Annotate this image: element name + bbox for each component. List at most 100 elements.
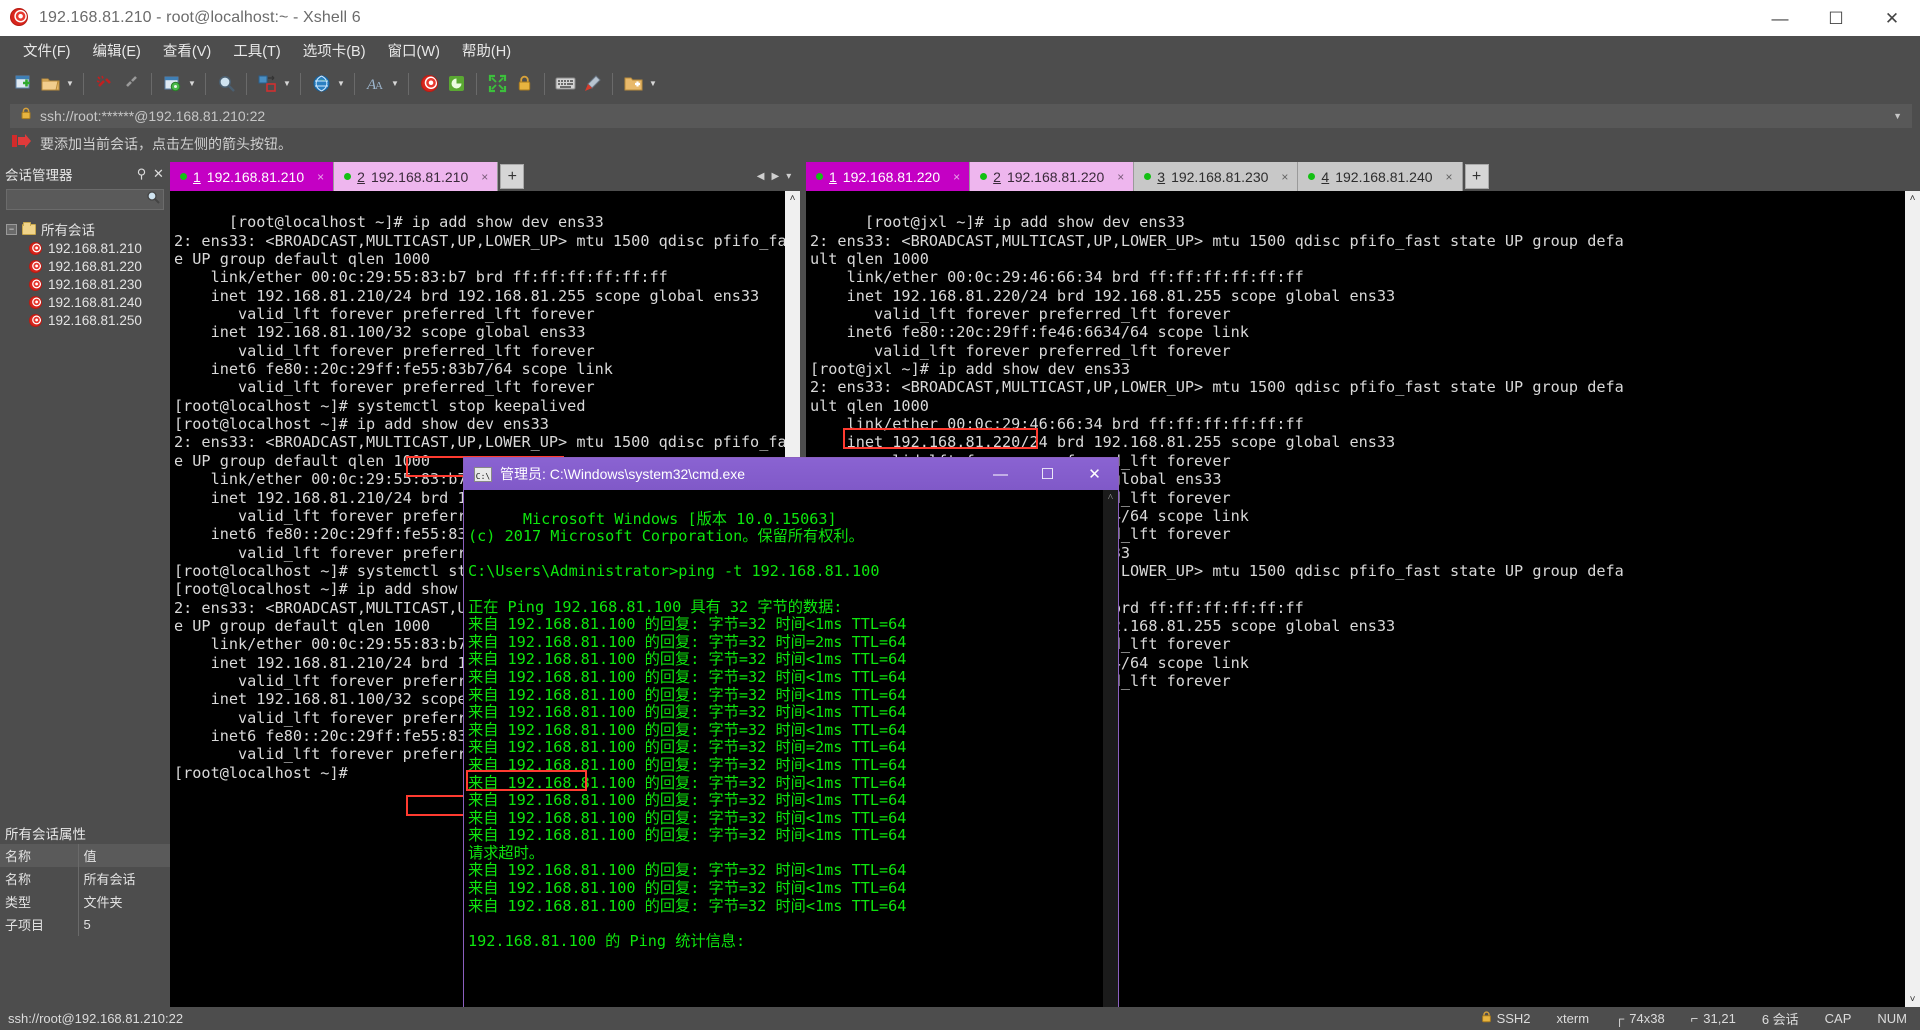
- status-connection: ssh://root@192.168.81.210:22: [8, 1011, 184, 1026]
- tab-2-192-168-81-220[interactable]: 2 192.168.81.220 ×: [970, 162, 1135, 191]
- table-row[interactable]: 类型 文件夹: [0, 890, 170, 913]
- cmd-scrollbar[interactable]: ˄ ˅: [1103, 490, 1118, 1030]
- tab-4-192-168-81-240[interactable]: 4 192.168.81.240 ×: [1298, 162, 1463, 191]
- new-session-icon[interactable]: [10, 71, 36, 97]
- status-cap-label: CAP: [1824, 1011, 1852, 1026]
- status-protocol: SSH2: [1468, 1011, 1544, 1026]
- xshell-icon[interactable]: [416, 71, 442, 97]
- property-value: 文件夹: [77, 890, 170, 913]
- globe-icon[interactable]: [308, 71, 334, 97]
- link-icon[interactable]: [118, 71, 144, 97]
- globe-dropdown-icon[interactable]: ▼: [335, 71, 347, 97]
- open-folder-icon[interactable]: [37, 71, 63, 97]
- session-properties-dropdown-icon[interactable]: ▼: [186, 71, 198, 97]
- status-protocol-label: SSH2: [1496, 1011, 1531, 1026]
- tab-1-192-168-81-210[interactable]: 1 192.168.81.210 ×: [170, 162, 335, 191]
- search-icon[interactable]: [146, 190, 160, 209]
- open-folder-dropdown-icon[interactable]: ▼: [64, 71, 76, 97]
- toolbar-separator: [544, 72, 545, 95]
- chevron-down-icon[interactable]: ▼: [1893, 111, 1902, 121]
- address-bar[interactable]: ssh://root:******@192.168.81.210:22 ▼: [10, 104, 1912, 128]
- pin-icon[interactable]: ⚲: [134, 166, 149, 182]
- tab-2-192-168-81-210[interactable]: 2 192.168.81.210 ×: [334, 162, 499, 191]
- minimize-button[interactable]: —: [1752, 0, 1808, 36]
- status-cursor-label: 31,21: [1703, 1011, 1736, 1026]
- cmd-window: C:\ 管理员: C:\Windows\system32\cmd.exe — ☐…: [464, 458, 1118, 1030]
- close-icon[interactable]: ×: [317, 170, 324, 184]
- svg-text:A: A: [375, 80, 383, 92]
- menu-help[interactable]: 帮助(H): [451, 37, 522, 64]
- toolbar-separator: [408, 72, 409, 95]
- session-label: 192.168.81.230: [48, 276, 142, 292]
- close-button[interactable]: ✕: [1864, 0, 1920, 36]
- new-tab-button[interactable]: +: [1464, 164, 1489, 189]
- keyboard-icon[interactable]: [552, 71, 578, 97]
- close-icon[interactable]: ×: [1281, 170, 1288, 184]
- close-icon[interactable]: ×: [481, 170, 488, 184]
- right-terminal-scrollbar[interactable]: ˄ ˅: [1905, 191, 1920, 1007]
- transfer-dropdown-icon[interactable]: ▼: [281, 71, 293, 97]
- tree-root-label: 所有会话: [41, 223, 95, 238]
- expander-icon[interactable]: −: [6, 223, 17, 235]
- tab-label: 192.168.81.240: [1335, 168, 1433, 185]
- lock-icon[interactable]: [511, 71, 537, 97]
- fullscreen-icon[interactable]: [484, 71, 510, 97]
- tab-1-192-168-81-220[interactable]: 1 192.168.81.220 ×: [806, 162, 971, 191]
- tree-root-all-sessions[interactable]: − 所有会话: [6, 219, 170, 239]
- menu-tabs[interactable]: 选项卡(B): [292, 37, 377, 64]
- table-row[interactable]: 子项目 5: [0, 913, 170, 936]
- menu-edit[interactable]: 编辑(E): [82, 37, 152, 64]
- cmd-close-button[interactable]: ✕: [1071, 458, 1118, 490]
- menu-file[interactable]: 文件(F): [12, 37, 82, 64]
- transfer-icon[interactable]: [254, 71, 280, 97]
- tab-number: 3: [1157, 168, 1166, 185]
- new-tab-button[interactable]: +: [500, 164, 525, 189]
- menu-tools[interactable]: 工具(T): [222, 37, 292, 64]
- add-folder-icon[interactable]: [620, 71, 646, 97]
- font-dropdown-icon[interactable]: ▼: [389, 71, 401, 97]
- cmd-titlebar[interactable]: C:\ 管理员: C:\Windows\system32\cmd.exe — ☐…: [464, 458, 1118, 490]
- highlight-icon[interactable]: [579, 71, 605, 97]
- close-icon[interactable]: ×: [1446, 170, 1453, 184]
- cmd-output[interactable]: Microsoft Windows [版本 10.0.15063] (c) 20…: [464, 490, 1118, 1030]
- tab-nav-next-icon[interactable]: ▶: [771, 171, 779, 182]
- cmd-maximize-button[interactable]: ☐: [1024, 458, 1071, 490]
- xshell-window: 192.168.81.210 - root@localhost:~ - Xshe…: [0, 0, 1920, 1030]
- window-controls: — ☐ ✕: [1752, 0, 1920, 36]
- maximize-button[interactable]: ☐: [1808, 0, 1864, 36]
- session-label: 192.168.81.240: [48, 294, 142, 310]
- session-item-220[interactable]: 192.168.81.220: [6, 257, 170, 275]
- scroll-down-icon[interactable]: ˅: [1905, 992, 1920, 1007]
- menu-view[interactable]: 查看(V): [152, 37, 222, 64]
- tab-3-192-168-81-230[interactable]: 3 192.168.81.230 ×: [1134, 162, 1299, 191]
- session-properties-icon[interactable]: [159, 71, 185, 97]
- session-manager-panel: 会话管理器 ⚲ ✕ − 所有会话 192.168.81.210 192.168.…: [0, 162, 170, 822]
- add-folder-dropdown-icon[interactable]: ▼: [647, 71, 659, 97]
- lock-icon: [20, 107, 32, 125]
- scroll-up-icon[interactable]: ˄: [785, 191, 800, 206]
- xftp-icon[interactable]: [443, 71, 469, 97]
- session-icon: [29, 313, 42, 327]
- session-search-box[interactable]: [6, 189, 164, 210]
- table-row[interactable]: 名称 所有会话: [0, 867, 170, 890]
- menu-window[interactable]: 窗口(W): [377, 37, 451, 64]
- disconnect-icon[interactable]: [91, 71, 117, 97]
- session-item-210[interactable]: 192.168.81.210: [6, 239, 170, 257]
- session-item-250[interactable]: 192.168.81.250: [6, 311, 170, 329]
- tab-label: 192.168.81.220: [842, 168, 941, 185]
- status-cap: CAP: [1812, 1011, 1865, 1026]
- cmd-scroll-up-icon[interactable]: ˄: [1103, 490, 1118, 505]
- font-icon[interactable]: AA: [362, 71, 388, 97]
- tab-number: 4: [1321, 168, 1330, 185]
- session-item-240[interactable]: 192.168.81.240: [6, 293, 170, 311]
- close-icon[interactable]: ×: [953, 170, 960, 184]
- scroll-up-icon[interactable]: ˄: [1905, 191, 1920, 206]
- toolbar-separator: [205, 72, 206, 95]
- search-icon[interactable]: [213, 71, 239, 97]
- tab-nav-menu-icon[interactable]: ▾: [786, 171, 791, 182]
- session-item-230[interactable]: 192.168.81.230: [6, 275, 170, 293]
- close-icon[interactable]: ×: [1117, 170, 1124, 184]
- close-icon[interactable]: ✕: [151, 166, 166, 182]
- cmd-minimize-button[interactable]: —: [977, 458, 1024, 490]
- tab-nav-prev-icon[interactable]: ◀: [757, 171, 765, 182]
